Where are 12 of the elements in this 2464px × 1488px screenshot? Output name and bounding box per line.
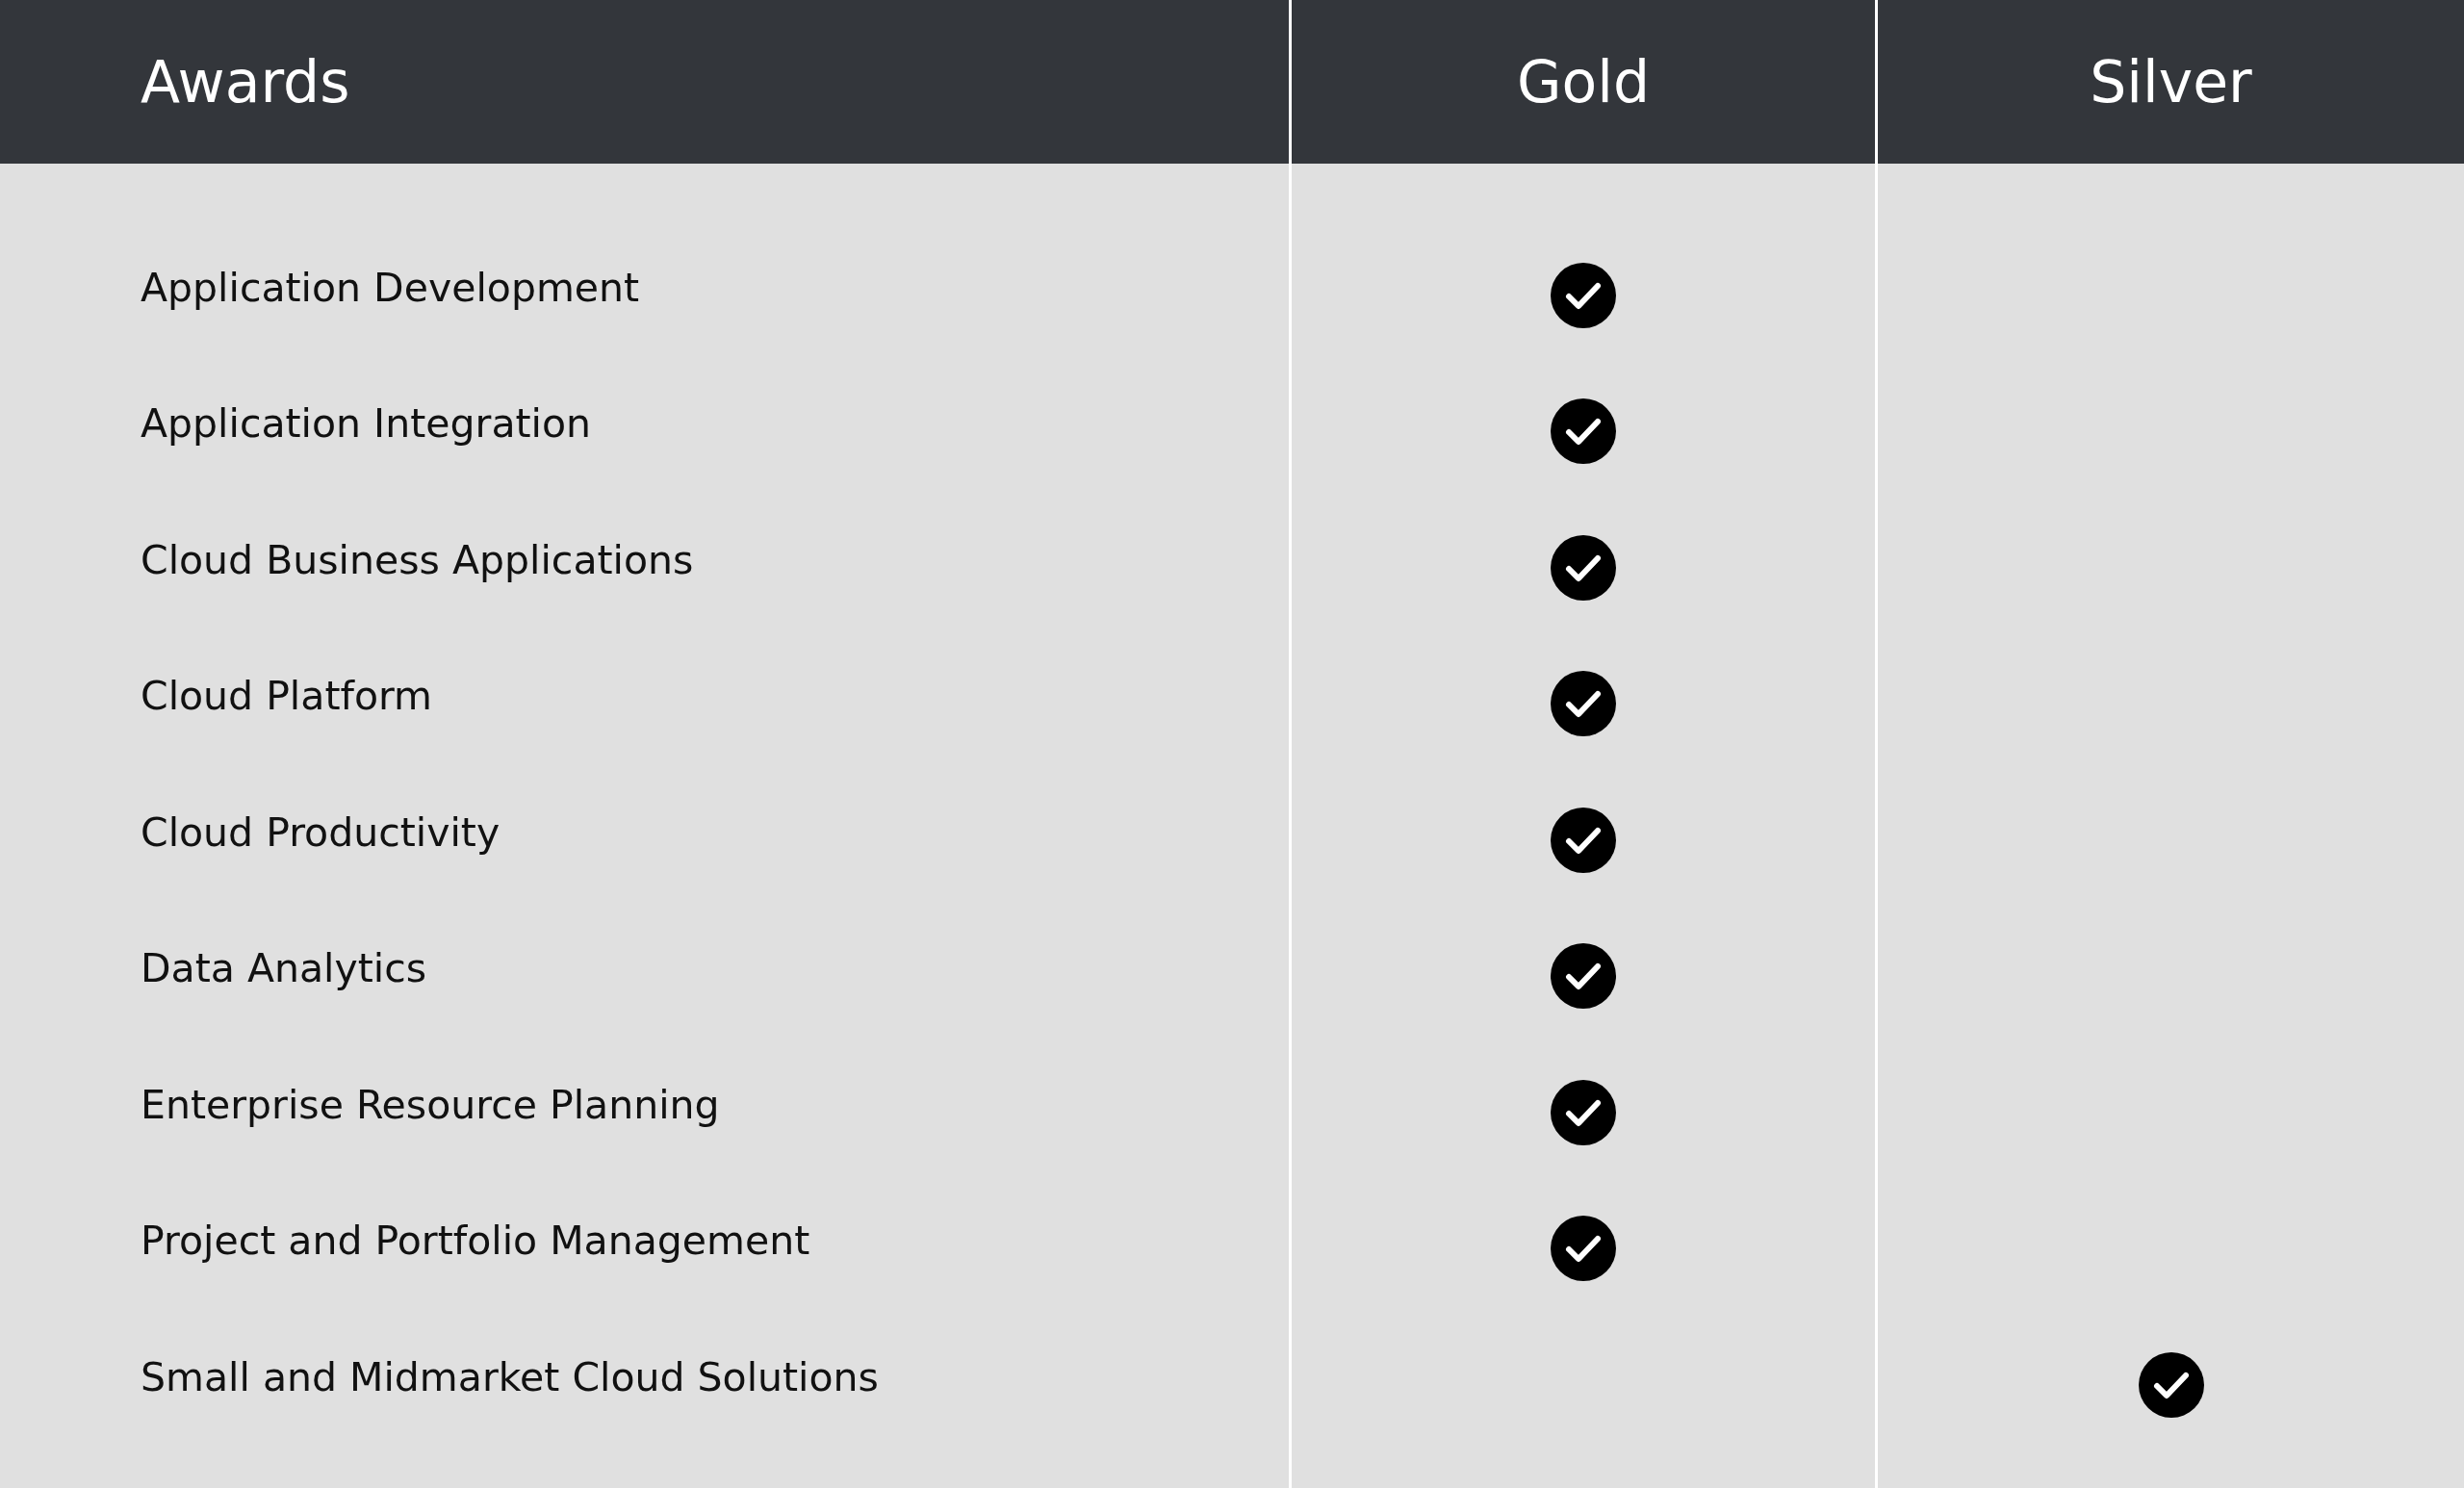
- column-header: Gold: [1292, 0, 1875, 164]
- award-label: Cloud Business Applications: [141, 536, 694, 583]
- award-label: Application Integration: [141, 400, 592, 448]
- award-label: Enterprise Resource Planning: [141, 1081, 720, 1128]
- award-label: Application Development: [141, 264, 640, 311]
- award-label: Cloud Productivity: [141, 808, 500, 856]
- award-label: Project and Portfolio Management: [141, 1218, 810, 1265]
- column-header: Awards: [0, 0, 1289, 164]
- award-label: Cloud Platform: [141, 673, 433, 720]
- column-header: Silver: [1878, 0, 2464, 164]
- award-label: Data Analytics: [141, 945, 427, 992]
- award-label: Small and Midmarket Cloud Solutions: [141, 1353, 879, 1400]
